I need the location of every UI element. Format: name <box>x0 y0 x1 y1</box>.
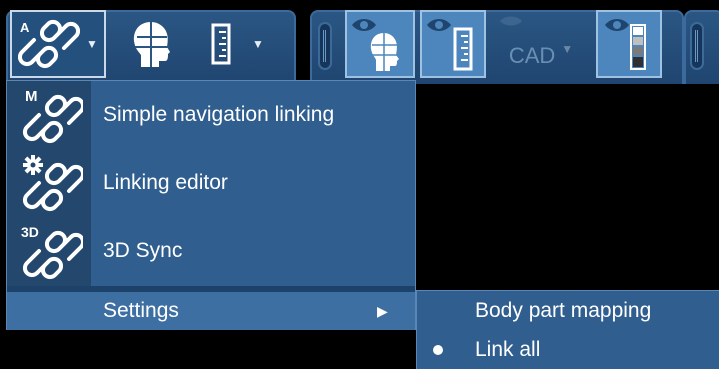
eye-head-icon <box>352 19 399 71</box>
head-profile-icon <box>133 22 170 67</box>
eye-icon <box>500 16 522 26</box>
chain-link-icon: M <box>22 88 83 144</box>
chevron-down-icon: ▼ <box>561 42 574 56</box>
eye-head-toggle[interactable] <box>345 10 415 78</box>
toolbar-grip-handle[interactable] <box>690 22 704 70</box>
menu-item-label: Settings <box>103 299 179 322</box>
submenu-item-label: Link all <box>475 338 541 361</box>
submenu-item-body-part-mapping[interactable]: Body part mapping <box>417 292 719 330</box>
radio-selected-icon <box>433 345 443 355</box>
settings-submenu: Body part mapping Link all <box>416 290 719 369</box>
cad-button[interactable]: CAD ▼ <box>490 10 588 78</box>
eye-ruler-icon <box>427 19 473 71</box>
chevron-down-icon: ▼ <box>252 37 264 51</box>
toolbar-grip-handle[interactable] <box>318 22 332 70</box>
menu-item-label: Simple navigation linking <box>103 103 335 126</box>
menu-item-simple-navigation-linking[interactable]: M Simple navigation linking <box>7 81 415 149</box>
toolbar: A ▼ ▼ CAD ▼ <box>0 0 719 84</box>
chain-link-gear-icon <box>22 155 83 212</box>
ruler-icon <box>211 23 231 65</box>
menu-item-linking-editor[interactable]: Linking editor <box>7 149 415 217</box>
eye-grayscale-toggle[interactable] <box>596 10 662 78</box>
menu-item-label: Linking editor <box>103 171 228 194</box>
ruler-button[interactable]: ▼ <box>196 10 278 78</box>
submenu-arrow-icon: ▶ <box>377 303 388 319</box>
menu-item-settings[interactable]: Settings ▶ <box>7 292 415 330</box>
svg-text:A: A <box>20 20 30 35</box>
eye-grayscale-icon <box>605 19 646 70</box>
svg-text:M: M <box>25 88 38 105</box>
menu-item-3d-sync[interactable]: 3D 3D Sync <box>7 217 415 285</box>
svg-text:3D: 3D <box>21 224 39 240</box>
submenu-item-link-all[interactable]: Link all <box>417 331 719 369</box>
linking-mode-button[interactable]: A ▼ <box>10 10 106 78</box>
head-profile-button[interactable] <box>118 10 184 78</box>
cad-label: CAD <box>508 43 556 68</box>
chain-link-3d-icon: 3D <box>21 224 83 280</box>
menu-item-label: 3D Sync <box>103 239 183 262</box>
submenu-item-label: Body part mapping <box>475 299 652 322</box>
chain-link-icon: A <box>18 19 81 69</box>
chevron-down-icon: ▼ <box>86 37 98 51</box>
linking-dropdown-menu: M Simple navigation linking Linking edit… <box>6 80 416 330</box>
eye-ruler-toggle[interactable] <box>420 10 486 78</box>
